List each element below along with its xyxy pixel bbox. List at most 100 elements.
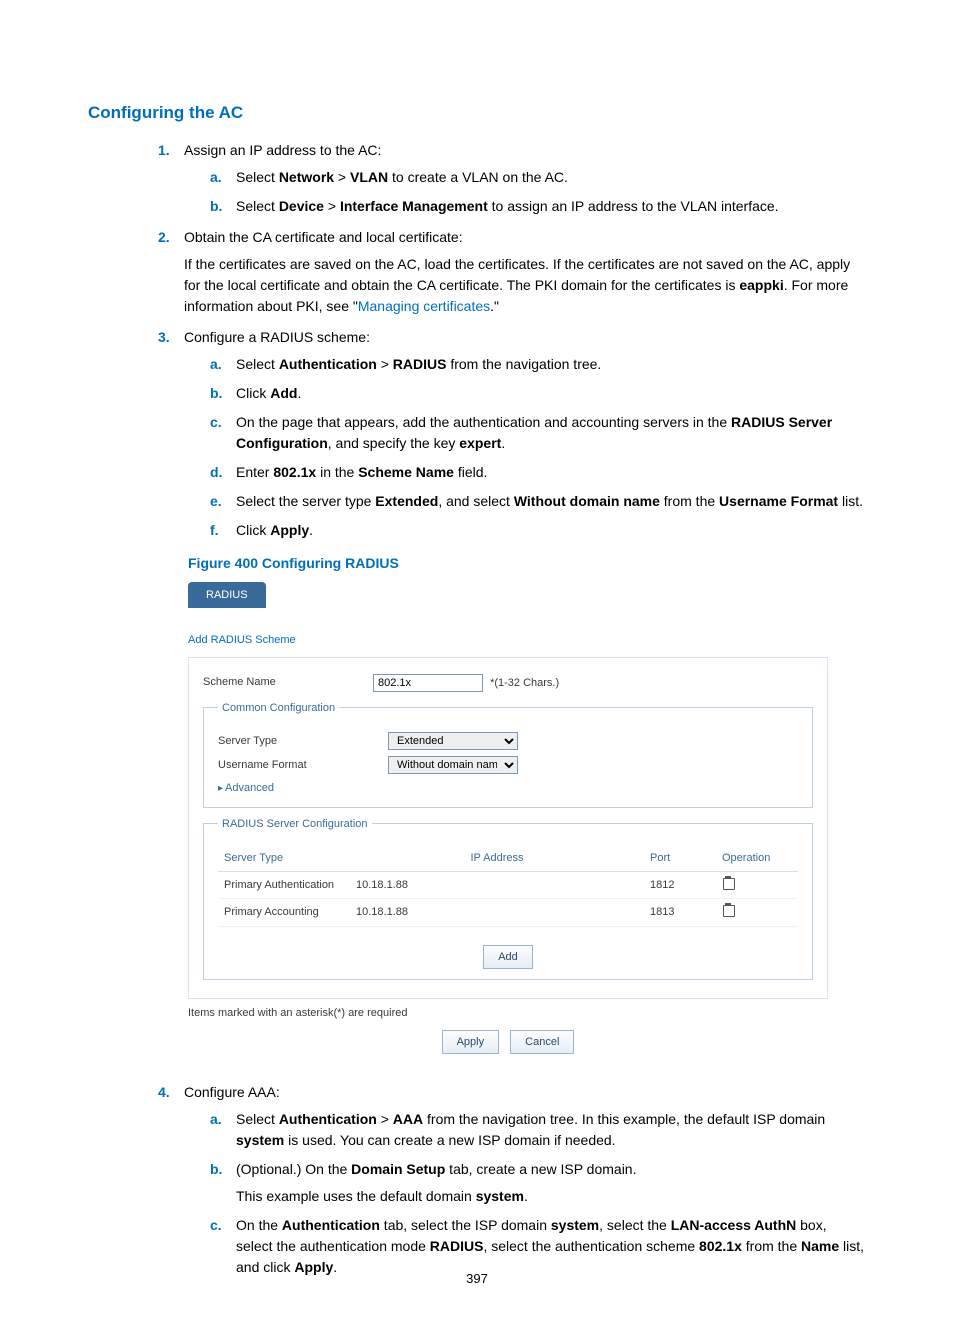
table-row: Primary Authentication 10.18.1.88 1812 [218,871,798,899]
link-managing-certificates[interactable]: Managing certificates [358,298,490,314]
apply-button[interactable]: Apply [442,1030,500,1055]
scheme-8021x: 802.1x [699,1238,742,1254]
domain-system: system [236,1132,284,1148]
advanced-toggle[interactable]: Advanced [218,780,798,797]
required-note: Items marked with an asterisk(*) are req… [188,1005,828,1022]
server-type-select[interactable]: Extended [388,732,518,750]
trash-icon[interactable] [722,903,734,916]
radius-screenshot: RADIUS Add RADIUS Scheme Scheme Name *(1… [188,582,828,1055]
text: ." [490,298,499,314]
figure-caption: Figure 400 Configuring RADIUS [188,553,866,574]
scheme-name-hint: *(1-32 Chars.) [490,677,559,689]
pki-domain: eappki [739,277,783,293]
substep-letter: c. [210,412,222,433]
text: in the [316,464,358,480]
text: tab, select the ISP domain [380,1217,551,1233]
menu-authentication: Authentication [279,356,377,372]
scheme-name-input[interactable] [373,674,483,692]
substep-letter: a. [210,167,222,188]
step-2-title: Obtain the CA certificate and local cert… [184,229,463,245]
text: > [377,356,393,372]
radius-server-configuration-fieldset: RADIUS Server Configuration Server Type … [203,816,813,981]
common-configuration-legend: Common Configuration [218,700,339,717]
domain-system: system [476,1188,524,1204]
section-heading: Configuring the AC [88,100,866,126]
username-format-label: Username Format [218,757,388,774]
text: from the [742,1238,801,1254]
th-operation: Operation [716,846,798,871]
cell-port: 1813 [644,899,716,927]
menu-network: Network [279,169,334,185]
domain-setup-tab: Domain Setup [351,1161,445,1177]
text: Select [236,198,279,214]
text: tab, create a new ISP domain. [445,1161,636,1177]
text: , select the [599,1217,671,1233]
server-type-label: Server Type [218,733,388,750]
cell-ip: 10.18.1.88 [350,899,644,927]
step-number: 4. [158,1082,170,1103]
text: On the page that appears, add the authen… [236,414,731,430]
step-1-title: Assign an IP address to the AC: [184,142,381,158]
text: > [377,1111,393,1127]
common-configuration-fieldset: Common Configuration Server Type Extende… [203,700,813,808]
text: from the navigation tree. In this exampl… [423,1111,825,1127]
text: to create a VLAN on the AC. [388,169,568,185]
step-4-title: Configure AAA: [184,1084,280,1100]
text: On the [236,1217,282,1233]
substep-letter: c. [210,1215,222,1236]
cell-server-type: Primary Accounting [218,899,350,927]
tab-radius[interactable]: RADIUS [188,582,266,609]
text: (Optional.) On the [236,1161,351,1177]
authentication-tab: Authentication [282,1217,380,1233]
text: . [309,522,313,538]
step-3-title: Configure a RADIUS scheme: [184,329,370,345]
lan-access-authn: LAN-access AuthN [671,1217,797,1233]
menu-aaa: AAA [393,1111,423,1127]
text: Select [236,356,279,372]
value-8021x: 802.1x [273,464,316,480]
table-row: Primary Accounting 10.18.1.88 1813 [218,899,798,927]
name-list: Name [801,1238,839,1254]
wdn-label: Without domain name [514,493,660,509]
text: list. [838,493,863,509]
text: , select the authentication scheme [483,1238,699,1254]
text: Select [236,169,279,185]
text: Select the server type [236,493,375,509]
extended-label: Extended [375,493,438,509]
text: from the [660,493,719,509]
trash-icon[interactable] [722,876,734,889]
apply-label: Apply [270,522,309,538]
text: Click [236,522,270,538]
text: . [501,435,505,451]
substep-letter: b. [210,196,222,217]
substep-letter: b. [210,383,222,404]
text: > [324,198,340,214]
username-format-select[interactable]: Without domain name [388,756,518,774]
menu-radius: RADIUS [393,356,447,372]
menu-vlan: VLAN [350,169,388,185]
menu-interface-management: Interface Management [340,198,488,214]
menu-device: Device [279,198,324,214]
key-expert: expert [459,435,501,451]
text: . [524,1188,528,1204]
th-port: Port [644,846,716,871]
mode-radius: RADIUS [430,1238,484,1254]
text: Select [236,1111,279,1127]
text: to assign an IP address to the VLAN inte… [488,198,779,214]
add-server-button[interactable]: Add [483,945,533,970]
menu-authentication: Authentication [279,1111,377,1127]
substep-letter: f. [210,520,219,541]
username-format-label: Username Format [719,493,838,509]
text: is used. You can create a new ISP domain… [284,1132,615,1148]
cancel-button[interactable]: Cancel [510,1030,574,1055]
text: from the navigation tree. [446,356,601,372]
text: . [297,385,301,401]
text: Enter [236,464,273,480]
text: , and specify the key [328,435,460,451]
substep-letter: a. [210,354,222,375]
add-scheme-title: Add RADIUS Scheme [188,632,828,649]
domain-system: system [551,1217,599,1233]
text: This example uses the default domain [236,1188,476,1204]
text: field. [454,464,487,480]
step-number: 3. [158,327,170,348]
